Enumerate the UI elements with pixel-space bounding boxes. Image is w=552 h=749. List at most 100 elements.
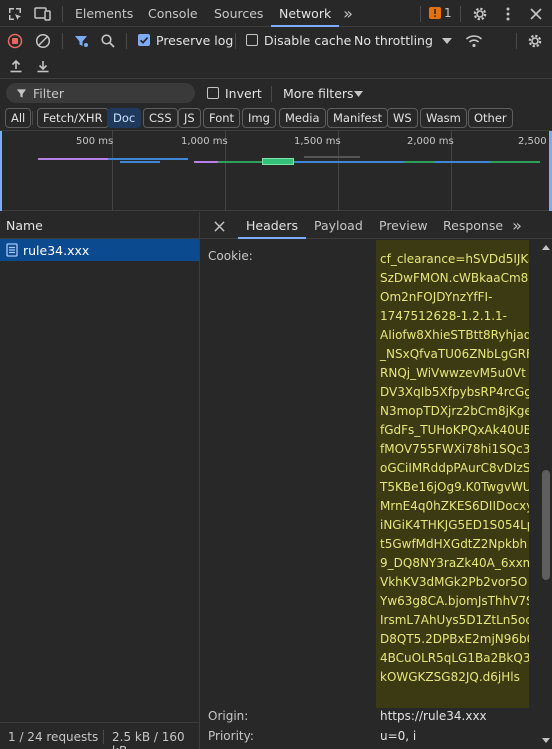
cookie-header-value: cf_clearance=hSVDd5IJK4 SzDwFMON.cWBkaaC…: [376, 240, 529, 708]
disable-cache-checkbox[interactable]: [246, 34, 258, 46]
name-column-header[interactable]: Name: [6, 218, 43, 233]
type-filter-css[interactable]: CSS: [143, 108, 178, 128]
type-filter-all[interactable]: All: [5, 108, 32, 128]
timeline-bar: [194, 161, 218, 163]
type-filter-other[interactable]: Other: [468, 108, 513, 128]
cookie-line: D8QT5.2DPBxE2mjN96b0: [380, 632, 529, 646]
filter-input[interactable]: Filter: [6, 83, 195, 103]
search-icon[interactable]: [99, 32, 117, 50]
cookie-line: RNQj_WiVwwzevM5u0Vt: [380, 366, 526, 380]
tab-sources[interactable]: Sources: [214, 0, 263, 27]
type-filter-manifest[interactable]: Manifest: [327, 108, 389, 128]
request-details-pane: Headers Payload Preview Response » Cooki…: [200, 212, 552, 749]
cookie-line: oGCiIMRddpPAurC8vDIzS: [380, 461, 529, 475]
timeline-tick-label: 1,000 ms: [181, 136, 228, 147]
tab-preview[interactable]: Preview: [379, 212, 428, 239]
cookie-line: _NSxQfvaTU06ZNbLgGRF: [380, 347, 529, 361]
cookie-line: VkhKV3dMGk2Pb2vor5O: [380, 575, 528, 589]
cookie-line: MrnE4q0hZKES6DIIDocxy: [380, 499, 529, 513]
cookie-line: T5KBe16jOg9.K0TwgvWU: [380, 480, 529, 494]
type-filter-media[interactable]: Media: [279, 108, 326, 128]
timeline-bar: [404, 161, 434, 163]
requests-pane: Name rule34.xxx 1 / 24 requests 2.5 kB /…: [0, 212, 200, 749]
request-row[interactable]: rule34.xxx: [0, 239, 199, 261]
type-filter-ws[interactable]: WS: [387, 108, 418, 128]
inspect-element-icon[interactable]: [6, 5, 24, 23]
cookie-line: fMOV755FWXi78hi1SQc3: [380, 442, 529, 456]
more-tabs-icon[interactable]: »: [338, 4, 358, 23]
scroll-up-arrow-icon[interactable]: [541, 243, 551, 251]
cookie-line: AIiofw8XhieSTBtt8Ryhjaq: [380, 328, 529, 342]
cookie-line: fGdFs_TUHoKPQxAk40UB: [380, 423, 529, 437]
close-details-icon[interactable]: [212, 219, 226, 233]
network-toolbar: Preserve log Disable cache No throttling: [0, 27, 552, 54]
request-name[interactable]: rule34.xxx: [23, 243, 89, 258]
transferred-size: 2.5 kB / 160 kB: [112, 730, 185, 749]
disable-cache-label[interactable]: Disable cache: [264, 33, 351, 48]
cookie-header-name: Cookie:: [208, 249, 253, 263]
timeline-bar: [120, 161, 160, 163]
network-settings-gear-icon[interactable]: [525, 31, 545, 51]
priority-header-name: Priority:: [208, 729, 254, 743]
requests-footer: 1 / 24 requests 2.5 kB / 160 kB: [0, 722, 200, 749]
tab-headers[interactable]: Headers: [238, 212, 307, 239]
tab-network[interactable]: Network: [271, 0, 340, 27]
priority-header-value: u=0, i: [380, 729, 417, 743]
cookie-line: DV3XqIb5XfpybsRP4rcGg: [380, 385, 529, 399]
timeline-bar: [344, 161, 404, 163]
type-filter-wasm[interactable]: Wasm: [420, 108, 467, 128]
throttling-dropdown-icon[interactable]: [442, 36, 452, 46]
cookie-line: 9_DQ8NY3raZk40A_6xxm: [380, 556, 529, 570]
preserve-log-label[interactable]: Preserve log: [156, 33, 233, 48]
import-har-icon[interactable]: [7, 57, 25, 75]
type-filter-fetch-xhr[interactable]: Fetch/XHR: [37, 108, 109, 128]
network-overview-timeline[interactable]: 500 ms 1,000 ms 1,500 ms 2,000 ms 2,500 …: [0, 131, 552, 211]
tab-response[interactable]: Response: [443, 212, 503, 239]
details-scrollbar-thumb[interactable]: [542, 470, 550, 580]
cookie-line: IrsmL7AhUys5D1ZtLn5oc: [380, 613, 529, 627]
export-har-icon[interactable]: [34, 57, 52, 75]
type-filter-doc[interactable]: Doc: [107, 108, 142, 128]
timeline-tick-label: 2,000 ms: [407, 136, 454, 147]
origin-header-name: Origin:: [208, 709, 249, 723]
timeline-start-handle[interactable]: [0, 131, 2, 211]
tab-console[interactable]: Console: [148, 0, 198, 27]
tab-elements[interactable]: Elements: [75, 0, 133, 27]
timeline-bar: [108, 158, 188, 160]
cookie-line: N3mopTDXjrz2bCm8jKge: [380, 404, 529, 418]
clear-log-icon[interactable]: [34, 32, 52, 50]
type-filter-font[interactable]: Font: [203, 108, 241, 128]
record-stop-icon[interactable]: [6, 32, 24, 50]
type-filter-img[interactable]: Img: [242, 108, 276, 128]
timeline-bar: [434, 161, 490, 163]
close-devtools-icon[interactable]: [526, 4, 546, 24]
more-filters-dropdown-icon[interactable]: [354, 91, 363, 97]
throttling-select[interactable]: No throttling: [354, 33, 433, 48]
timeline-bar: [304, 156, 360, 158]
requests-count: 1 / 24 requests: [8, 730, 99, 744]
invert-label[interactable]: Invert: [225, 86, 262, 101]
timeline-bar: [218, 161, 262, 163]
device-toolbar-icon[interactable]: [33, 5, 53, 23]
network-conditions-icon[interactable]: [464, 31, 484, 51]
devtools-main-toolbar: Elements Console Sources Network » 1: [0, 0, 552, 27]
settings-gear-icon[interactable]: [470, 4, 490, 24]
invert-checkbox[interactable]: [207, 87, 219, 99]
cookie-line: t5GwfMdHXGdtZ2Npkbh: [380, 537, 528, 551]
tab-payload[interactable]: Payload: [314, 212, 363, 239]
more-detail-tabs-icon[interactable]: »: [508, 215, 526, 235]
preserve-log-checkbox[interactable]: [138, 34, 150, 46]
har-toolbar: [0, 54, 552, 79]
more-options-icon[interactable]: [498, 4, 518, 24]
timeline-tick-label: 2,500 ms: [518, 136, 552, 147]
issues-count[interactable]: 1: [444, 6, 452, 20]
timeline-tick-label: 500 ms: [76, 136, 114, 147]
more-filters-button[interactable]: More filters: [283, 86, 354, 101]
issues-icon[interactable]: [428, 6, 442, 20]
scroll-down-arrow-icon[interactable]: [541, 736, 551, 744]
timeline-bar: [294, 161, 344, 163]
filter-funnel-icon[interactable]: [72, 32, 90, 50]
type-filter-js[interactable]: JS: [178, 108, 201, 128]
timeline-tick-label: 1,500 ms: [294, 136, 341, 147]
timeline-bar: [38, 158, 108, 160]
